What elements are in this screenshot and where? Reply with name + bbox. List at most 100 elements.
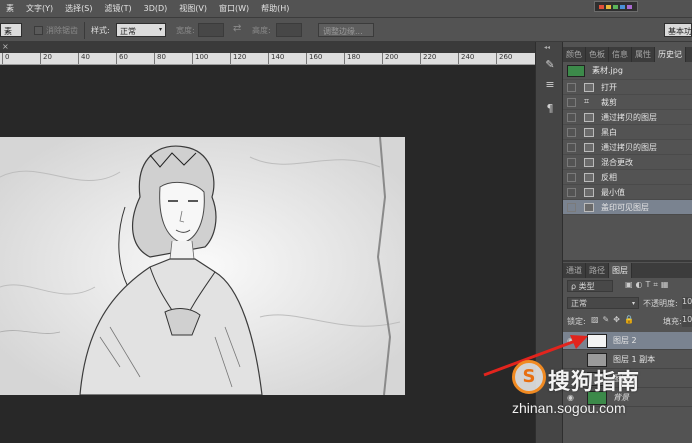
horizontal-ruler: 0 20 40 60 80 100 120 140 160 180 200 22…: [0, 53, 535, 65]
history-step-label: 最小值: [601, 187, 625, 197]
menu-item-window[interactable]: 窗口(W): [213, 3, 255, 14]
ruler-tick: 0: [2, 53, 9, 64]
adjust-sliders-icon[interactable]: ≡: [541, 76, 559, 94]
sketch-image[interactable]: [0, 137, 405, 395]
source-checkbox[interactable]: [567, 112, 576, 122]
blend-mode-select[interactable]: 正常 ▾: [567, 297, 639, 309]
history-step-icon: [584, 157, 594, 167]
history-step[interactable]: 打开: [563, 80, 692, 95]
status-widget: [594, 1, 638, 12]
antialias-checkbox[interactable]: [34, 26, 43, 35]
history-step-label: 通过拷贝的图层: [601, 142, 657, 152]
history-step[interactable]: 反相: [563, 170, 692, 185]
tool-preset-picker[interactable]: 素: [0, 23, 22, 37]
history-step-icon: [584, 172, 594, 182]
layer-filter-select[interactable]: ρ 类型: [567, 280, 613, 292]
history-step-label: 通过拷贝的图层: [601, 112, 657, 122]
source-checkbox[interactable]: [567, 127, 576, 137]
history-step[interactable]: 通过拷贝的图层: [563, 110, 692, 125]
history-empty-area: [563, 215, 692, 260]
tab-info[interactable]: 信息: [609, 47, 632, 62]
menu-item-3d[interactable]: 3D(D): [138, 4, 174, 13]
menu-item-filter[interactable]: 滤镜(T): [98, 3, 137, 14]
workspace-switcher[interactable]: 基本功: [664, 23, 692, 37]
logo-glyph: S: [522, 366, 536, 387]
width-input[interactable]: [198, 23, 224, 37]
swap-icon[interactable]: ⇄: [233, 23, 241, 34]
menu-item-select-tool[interactable]: 素: [0, 3, 20, 14]
source-checkbox[interactable]: [567, 157, 576, 167]
history-step-label: 盖印可见图层: [601, 202, 649, 212]
style-select-value: 正常: [120, 27, 136, 36]
style-label: 样式:: [91, 26, 110, 35]
refine-edge-button[interactable]: 调整边缘...: [318, 23, 374, 37]
ruler-tick: 60: [116, 53, 128, 64]
tab-paths[interactable]: 路径: [586, 263, 609, 278]
history-step[interactable]: 最小值: [563, 185, 692, 200]
source-checkbox[interactable]: [567, 142, 576, 152]
history-step[interactable]: 通过拷贝的图层: [563, 140, 692, 155]
source-checkbox[interactable]: [567, 82, 576, 92]
tab-layers[interactable]: 图层: [609, 263, 632, 278]
history-step-label: 裁剪: [601, 97, 617, 107]
history-step-icon: [584, 82, 594, 92]
history-panel-tabs: 颜色 色板 信息 属性 历史记: [563, 47, 692, 62]
tab-properties[interactable]: 属性: [632, 47, 655, 62]
history-step-icon: [584, 127, 594, 137]
paragraph-icon[interactable]: ¶: [541, 100, 559, 118]
tab-channels[interactable]: 通道: [563, 263, 586, 278]
history-step[interactable]: 黑白: [563, 125, 692, 140]
source-checkbox[interactable]: [567, 97, 576, 107]
menu-item-help[interactable]: 帮助(H): [255, 3, 295, 14]
style-select[interactable]: 正常 ▾: [116, 23, 166, 37]
ruler-tick: 200: [382, 53, 398, 64]
source-checkbox[interactable]: [567, 202, 576, 212]
brush-icon[interactable]: ✎: [541, 56, 559, 74]
history-step[interactable]: ⌗ 裁剪: [563, 95, 692, 110]
history-step[interactable]: 混合更改: [563, 155, 692, 170]
ruler-tick: 120: [230, 53, 246, 64]
history-step-selected[interactable]: 盖印可见图层: [563, 200, 692, 215]
close-tab-icon[interactable]: ×: [2, 42, 9, 51]
snapshot-thumbnail: [567, 64, 585, 77]
history-step-label: 混合更改: [601, 157, 633, 167]
collapse-icon[interactable]: ◂◂: [544, 44, 550, 51]
document-tab-strip: ×: [0, 42, 535, 53]
opacity-label: 不透明度:: [643, 299, 678, 308]
snapshot-label: 素材.jpg: [592, 66, 623, 75]
tab-history[interactable]: 历史记: [655, 47, 686, 62]
ruler-tick: 180: [344, 53, 360, 64]
ruler-tick: 20: [40, 53, 52, 64]
layer-filter-icons[interactable]: ▣◐T⌗▦: [625, 280, 672, 290]
menu-item-view[interactable]: 视图(V): [173, 3, 213, 14]
ruler-tick: 260: [496, 53, 512, 64]
options-bar: 素 消除锯齿 样式: 正常 ▾ 宽度: ⇄ 高度: 调整边缘... 基本功: [0, 17, 692, 42]
sogou-logo: S: [512, 360, 546, 394]
layers-panel-tabs: 通道 路径 图层: [563, 263, 692, 278]
menu-bar: 素 文字(Y) 选择(S) 滤镜(T) 3D(D) 视图(V) 窗口(W) 帮助…: [0, 0, 692, 17]
menu-item-select[interactable]: 选择(S): [59, 3, 98, 14]
ruler-tick: 160: [306, 53, 322, 64]
pencil-sketch-portrait: [0, 137, 405, 395]
height-input[interactable]: [276, 23, 302, 37]
chevron-down-icon: ▾: [158, 26, 162, 33]
source-checkbox[interactable]: [567, 187, 576, 197]
tab-color[interactable]: 颜色: [563, 47, 586, 62]
history-snapshot[interactable]: 素材.jpg: [563, 62, 692, 80]
ruler-tick: 40: [78, 53, 90, 64]
menu-item-type[interactable]: 文字(Y): [20, 3, 59, 14]
fill-value[interactable]: 10: [682, 315, 692, 327]
ruler-tick: 100: [192, 53, 208, 64]
divider: [84, 22, 85, 39]
ruler-tick: 140: [268, 53, 284, 64]
watermark-text: 搜狗指南: [548, 370, 641, 395]
source-checkbox[interactable]: [567, 172, 576, 182]
crop-icon: ⌗: [584, 96, 590, 107]
ruler-tick: 220: [420, 53, 436, 64]
history-step-label: 打开: [601, 82, 617, 92]
tab-swatches[interactable]: 色板: [586, 47, 609, 62]
opacity-value[interactable]: 10: [682, 297, 692, 309]
history-step-icon: [584, 142, 594, 152]
layer-name: 图层 2: [613, 336, 637, 345]
history-step-label: 反相: [601, 172, 617, 182]
